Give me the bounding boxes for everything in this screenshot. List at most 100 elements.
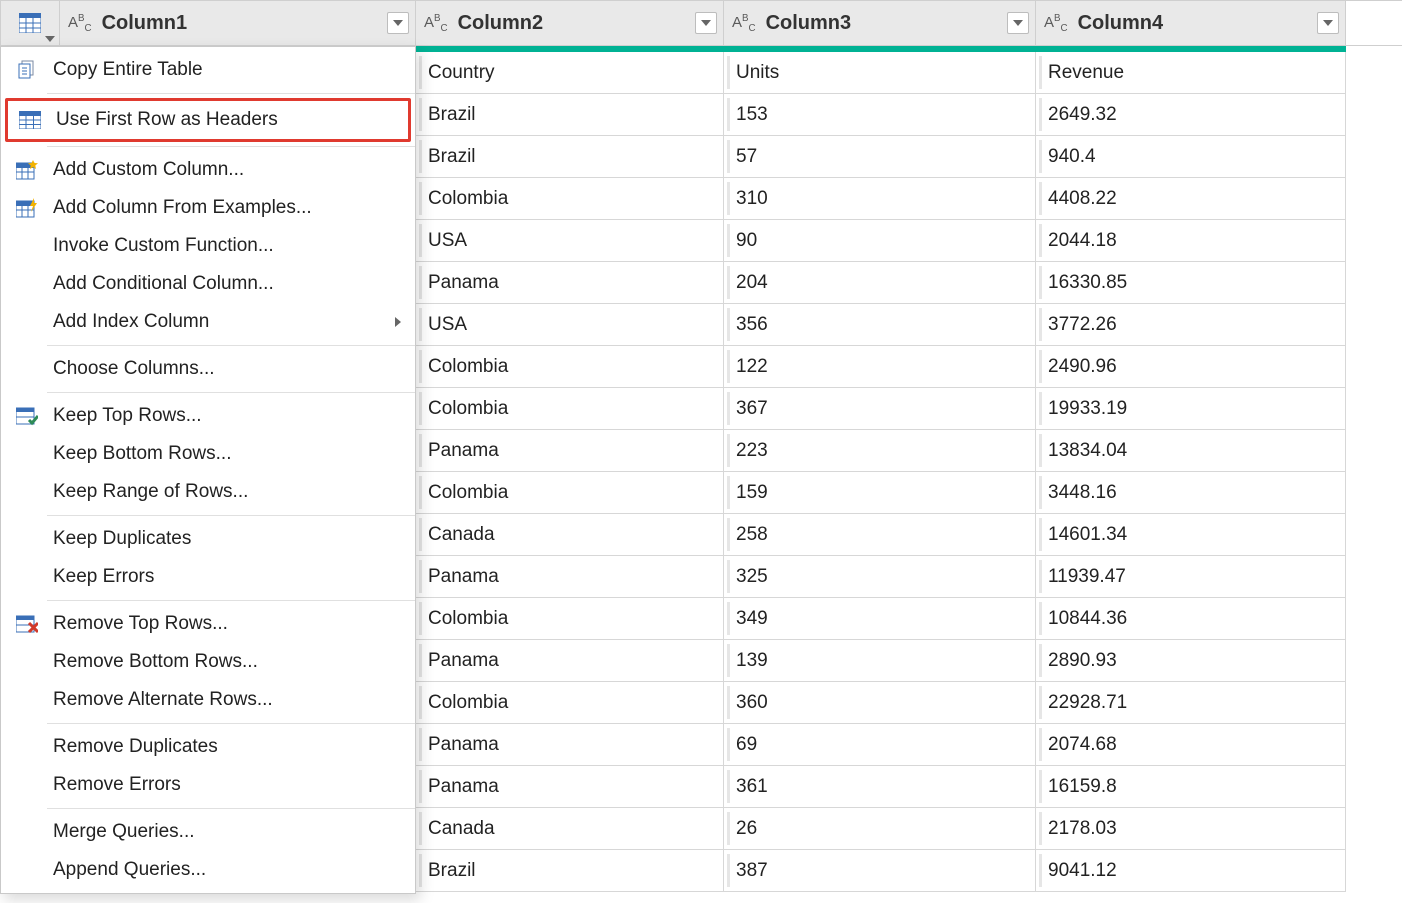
cell-col3[interactable]: 139: [724, 640, 1036, 682]
type-label: ABC: [732, 13, 756, 34]
cell-col4[interactable]: 10844.36: [1036, 598, 1346, 640]
cell-col4[interactable]: 3448.16: [1036, 472, 1346, 514]
column-header-column3[interactable]: ABC Column3: [724, 0, 1036, 45]
column-header-column1[interactable]: ABC Column1: [60, 0, 416, 45]
cell-col3[interactable]: 57: [724, 136, 1036, 178]
cell-col4[interactable]: 9041.12: [1036, 850, 1346, 892]
menu-item[interactable]: Keep Range of Rows...: [1, 473, 415, 511]
cell-col3[interactable]: 26: [724, 808, 1036, 850]
menu-item[interactable]: Remove Alternate Rows...: [1, 681, 415, 719]
cell-col3[interactable]: 361: [724, 766, 1036, 808]
cell-col3[interactable]: 387: [724, 850, 1036, 892]
cell-col4[interactable]: 2178.03: [1036, 808, 1346, 850]
cell-col2[interactable]: Panama: [416, 556, 724, 598]
menu-item[interactable]: Remove Errors: [1, 766, 415, 804]
menu-item-label: Remove Bottom Rows...: [45, 651, 258, 673]
cell-col3[interactable]: 356: [724, 304, 1036, 346]
menu-item[interactable]: Use First Row as Headers: [5, 98, 411, 142]
menu-item[interactable]: Invoke Custom Function...: [1, 227, 415, 265]
cell-col4[interactable]: 19933.19: [1036, 388, 1346, 430]
cell-value: 9041.12: [1048, 860, 1117, 882]
cell-col2[interactable]: Canada: [416, 808, 724, 850]
menu-item[interactable]: Add Column From Examples...: [1, 189, 415, 227]
cell-col3[interactable]: 310: [724, 178, 1036, 220]
filter-dropdown-icon[interactable]: [1317, 12, 1339, 34]
cell-col4[interactable]: 2074.68: [1036, 724, 1346, 766]
menu-item[interactable]: Merge Queries...: [1, 813, 415, 851]
cell-col2[interactable]: USA: [416, 220, 724, 262]
cell-value: Panama: [428, 776, 499, 798]
cell-col2[interactable]: Panama: [416, 766, 724, 808]
menu-item[interactable]: Remove Bottom Rows...: [1, 643, 415, 681]
menu-item[interactable]: Keep Top Rows...: [1, 397, 415, 435]
cell-col3[interactable]: 122: [724, 346, 1036, 388]
cell-col3[interactable]: Units: [724, 52, 1036, 94]
cell-col3[interactable]: 223: [724, 430, 1036, 472]
cell-col3[interactable]: 153: [724, 94, 1036, 136]
menu-item[interactable]: Remove Duplicates: [1, 728, 415, 766]
cell-col3[interactable]: 349: [724, 598, 1036, 640]
menu-item[interactable]: Choose Columns...: [1, 350, 415, 388]
table-menu-button[interactable]: [0, 0, 60, 45]
cell-col3[interactable]: 367: [724, 388, 1036, 430]
menu-separator: [47, 723, 415, 724]
menu-item[interactable]: Keep Bottom Rows...: [1, 435, 415, 473]
cell-col3[interactable]: 258: [724, 514, 1036, 556]
column-header-column2[interactable]: ABC Column2: [416, 0, 724, 45]
cell-col4[interactable]: 3772.26: [1036, 304, 1346, 346]
cell-col4[interactable]: 14601.34: [1036, 514, 1346, 556]
cell-col2[interactable]: USA: [416, 304, 724, 346]
cell-col4[interactable]: 16330.85: [1036, 262, 1346, 304]
cell-value: 69: [736, 734, 757, 756]
cell-col3[interactable]: 204: [724, 262, 1036, 304]
cell-value: 3772.26: [1048, 314, 1117, 336]
cell-col2[interactable]: Panama: [416, 724, 724, 766]
cell-col2[interactable]: Country: [416, 52, 724, 94]
cell-col4[interactable]: 22928.71: [1036, 682, 1346, 724]
menu-item[interactable]: Add Index Column: [1, 303, 415, 341]
cell-col3[interactable]: 90: [724, 220, 1036, 262]
cell-col2[interactable]: Panama: [416, 430, 724, 472]
cell-col2[interactable]: Brazil: [416, 136, 724, 178]
cell-col2[interactable]: Colombia: [416, 598, 724, 640]
table-bolt-icon: [9, 198, 45, 218]
cell-value: USA: [428, 314, 467, 336]
cell-col3[interactable]: 360: [724, 682, 1036, 724]
cell-col2[interactable]: Colombia: [416, 178, 724, 220]
cell-col3[interactable]: 325: [724, 556, 1036, 598]
menu-item[interactable]: Add Custom Column...: [1, 151, 415, 189]
cell-col3[interactable]: 69: [724, 724, 1036, 766]
cell-col4[interactable]: 4408.22: [1036, 178, 1346, 220]
cell-col4[interactable]: 2490.96: [1036, 346, 1346, 388]
menu-item[interactable]: Add Conditional Column...: [1, 265, 415, 303]
column-header-column4[interactable]: ABC Column4: [1036, 0, 1346, 45]
filter-dropdown-icon[interactable]: [1007, 12, 1029, 34]
cell-col4[interactable]: 2649.32: [1036, 94, 1346, 136]
cell-col4[interactable]: 2044.18: [1036, 220, 1346, 262]
cell-col4[interactable]: 940.4: [1036, 136, 1346, 178]
cell-col2[interactable]: Colombia: [416, 472, 724, 514]
cell-col4[interactable]: 2890.93: [1036, 640, 1346, 682]
cell-col2[interactable]: Brazil: [416, 850, 724, 892]
cell-col4[interactable]: 13834.04: [1036, 430, 1346, 472]
cell-col2[interactable]: Colombia: [416, 388, 724, 430]
filter-dropdown-icon[interactable]: [695, 12, 717, 34]
cell-col2[interactable]: Brazil: [416, 94, 724, 136]
cell-col3[interactable]: 159: [724, 472, 1036, 514]
cell-col4[interactable]: 16159.8: [1036, 766, 1346, 808]
menu-item[interactable]: Keep Duplicates: [1, 520, 415, 558]
cell-col4[interactable]: 11939.47: [1036, 556, 1346, 598]
cell-col2[interactable]: Canada: [416, 514, 724, 556]
cell-col4[interactable]: Revenue: [1036, 52, 1346, 94]
menu-item[interactable]: Remove Top Rows...: [1, 605, 415, 643]
cell-value: 940.4: [1048, 146, 1096, 168]
cell-col2[interactable]: Panama: [416, 640, 724, 682]
menu-item[interactable]: Append Queries...: [1, 851, 415, 889]
cell-col2[interactable]: Panama: [416, 262, 724, 304]
menu-item[interactable]: Keep Errors: [1, 558, 415, 596]
cell-col2[interactable]: Colombia: [416, 682, 724, 724]
cell-col2[interactable]: Colombia: [416, 346, 724, 388]
menu-item[interactable]: Copy Entire Table: [1, 51, 415, 89]
filter-dropdown-icon[interactable]: [387, 12, 409, 34]
cell-value: Panama: [428, 566, 499, 588]
